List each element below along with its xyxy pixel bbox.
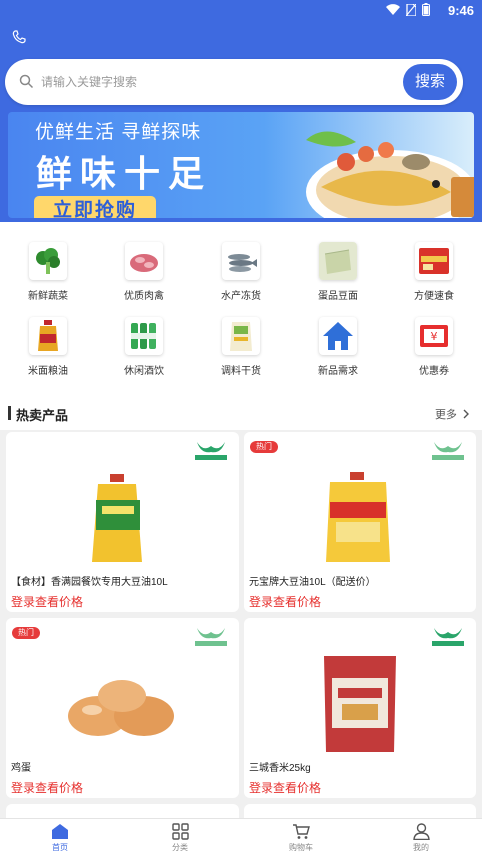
status-icons — [386, 3, 430, 16]
category-eggs-tofu[interactable]: 蛋品豆面 — [298, 242, 378, 302]
brand-logo-icon — [195, 442, 227, 460]
cart-icon — [293, 824, 310, 839]
status-bar: 9:46 — [0, 0, 482, 22]
product-price: 登录查看价格 — [249, 781, 322, 795]
category-label: 水产冻货 — [221, 291, 261, 302]
fish-icon — [222, 242, 260, 280]
drinks-icon — [125, 317, 163, 355]
tab-mine[interactable]: 我的 — [381, 823, 461, 853]
product-card[interactable]: 三城香米25kg 登录查看价格 — [244, 618, 476, 798]
product-name: 鸡蛋 — [11, 763, 31, 774]
category-label: 优惠券 — [419, 366, 449, 377]
home-tab-icon — [52, 824, 68, 839]
oil-bottle-icon — [29, 317, 67, 355]
seasoning-icon — [222, 317, 260, 355]
more-link[interactable]: 更多 — [435, 406, 470, 422]
coupon-icon: ¥ — [415, 317, 453, 355]
category-label: 休闲酒饮 — [124, 366, 164, 377]
tab-label: 分类 — [172, 843, 188, 852]
banner-buy-button[interactable]: 立即抢购 — [34, 196, 156, 218]
seafood-plate-image — [306, 131, 474, 218]
product-price: 登录查看价格 — [249, 595, 322, 609]
instant-noodle-icon — [415, 242, 453, 280]
search-input[interactable] — [41, 71, 341, 93]
search-button[interactable]: 搜索 — [403, 64, 457, 100]
eggs-image — [68, 680, 174, 736]
broccoli-icon — [29, 242, 67, 280]
promo-banner[interactable]: 优鲜生活 寻鲜探味 鲜味十足 立即抢购 — [8, 112, 474, 218]
category-new-request[interactable]: 新品需求 — [298, 317, 378, 377]
product-name: 【食材】香满园餐饮专用大豆油10L — [11, 577, 168, 588]
product-card[interactable]: 热门 鸡蛋 登录查看价格 — [6, 618, 239, 798]
bottom-tab-bar: 首页 分类 购物车 我的 — [0, 818, 482, 858]
banner-headline: 鲜味十足 — [36, 153, 213, 194]
brand-logo-icon — [195, 628, 227, 646]
category-label: 方便速食 — [414, 291, 454, 302]
tab-cart[interactable]: 购物车 — [261, 823, 341, 853]
more-label: 更多 — [434, 409, 457, 421]
product-card[interactable]: 【食材】香满园餐饮专用大豆油10L 登录查看价格 — [6, 432, 239, 612]
battery-icon — [422, 3, 430, 16]
search-icon — [19, 74, 34, 89]
chevron-right-icon — [463, 409, 469, 419]
phone-icon[interactable] — [12, 30, 26, 44]
category-instant-food[interactable]: 方便速食 — [394, 242, 474, 302]
category-coupon[interactable]: ¥ 优惠券 — [394, 317, 474, 377]
search-bar: 搜索 — [5, 59, 463, 105]
tab-label: 购物车 — [289, 843, 313, 852]
category-label: 调料干货 — [221, 366, 261, 377]
category-meat[interactable]: 优质肉禽 — [104, 242, 184, 302]
category-seafood[interactable]: 水产冻货 — [201, 242, 281, 302]
product-card[interactable]: 热门 元宝牌大豆油10L（配送价） 登录查看价格 — [244, 432, 476, 612]
tofu-icon — [319, 242, 357, 280]
category-vegetables[interactable]: 新鲜蔬菜 — [8, 242, 88, 302]
brand-logo-icon — [432, 628, 464, 646]
section-title: 热卖产品 — [16, 408, 69, 423]
hot-products-header: 热卖产品 更多 — [8, 402, 474, 424]
category-drinks[interactable]: 休闲酒饮 — [104, 317, 184, 377]
brand-logo-icon — [432, 442, 464, 460]
category-seasoning[interactable]: 调料干货 — [201, 317, 281, 377]
banner-slogan: 优鲜生活 寻鲜探味 — [35, 122, 202, 143]
wifi-icon — [386, 3, 400, 15]
user-icon — [412, 823, 430, 840]
tab-category[interactable]: 分类 — [140, 823, 220, 853]
soybean-oil-image — [92, 474, 142, 562]
product-price: 登录查看价格 — [11, 595, 84, 609]
product-price: 登录查看价格 — [11, 781, 84, 795]
tab-home[interactable]: 首页 — [20, 823, 100, 853]
category-label: 新鲜蔬菜 — [28, 291, 68, 302]
tab-label: 首页 — [52, 843, 68, 852]
rice-bag-image — [324, 656, 396, 752]
sim-icon — [406, 3, 416, 16]
meat-icon — [125, 242, 163, 280]
clock: 9:46 — [447, 3, 474, 18]
category-label: 米面粮油 — [28, 366, 68, 377]
product-name: 元宝牌大豆油10L（配送价） — [249, 577, 376, 588]
svg-text:¥: ¥ — [431, 330, 438, 343]
category-grain-oil[interactable]: 米面粮油 — [8, 317, 88, 377]
grid-icon — [171, 823, 189, 840]
category-label: 优质肉禽 — [124, 291, 164, 302]
hot-badge: 热门 — [250, 441, 278, 453]
tab-label: 我的 — [413, 843, 429, 852]
hot-badge: 热门 — [12, 627, 40, 639]
product-name: 三城香米25kg — [249, 763, 311, 774]
soybean-oil-image — [326, 472, 390, 562]
section-bar — [8, 406, 11, 420]
category-label: 蛋品豆面 — [318, 291, 358, 302]
category-label: 新品需求 — [318, 366, 358, 377]
home-icon — [319, 317, 357, 355]
